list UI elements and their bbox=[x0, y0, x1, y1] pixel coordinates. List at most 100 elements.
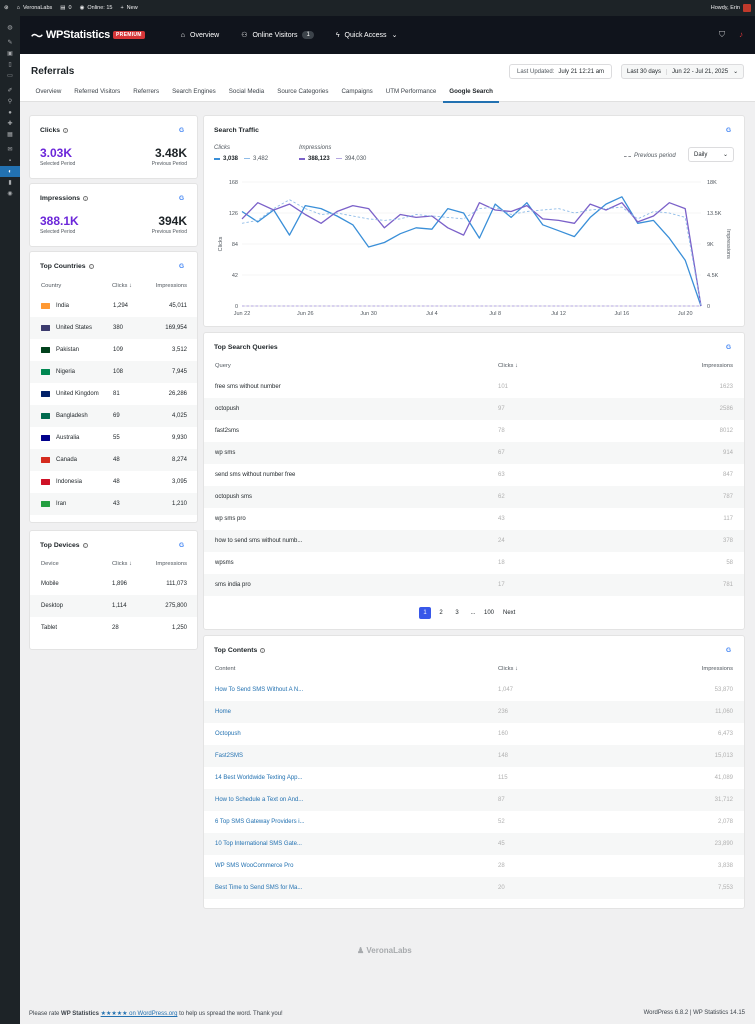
chevron-down-icon: ⌄ bbox=[722, 152, 728, 158]
tab-referred-visitors[interactable]: Referred Visitors bbox=[68, 83, 127, 103]
tab-search-engines[interactable]: Search Engines bbox=[166, 83, 223, 103]
content-impressions: 7,553 bbox=[717, 885, 733, 891]
tab-overview[interactable]: Overview bbox=[29, 83, 68, 103]
appearance-icon[interactable]: ✐ bbox=[0, 85, 20, 96]
wp-statistics-icon[interactable]: ◐ bbox=[0, 166, 20, 177]
users-icon[interactable]: ● bbox=[0, 107, 20, 118]
tab-utm-performance[interactable]: UTM Performance bbox=[379, 83, 443, 103]
wp-statistics-logo[interactable]: 〜 WPStatistics PREMIUM bbox=[31, 27, 145, 44]
collapse-icon[interactable]: ◉ bbox=[0, 188, 20, 199]
nav-online-visitors[interactable]: ⚇ Online Visitors 1 bbox=[241, 31, 314, 39]
query-clicks: 17 bbox=[498, 582, 505, 588]
new-link[interactable]: + New bbox=[120, 5, 137, 11]
interval-value: Daily bbox=[694, 151, 708, 158]
google-icon: G bbox=[726, 127, 732, 134]
sms-icon[interactable]: ✉ bbox=[0, 144, 20, 155]
content-link[interactable]: Home bbox=[215, 709, 498, 715]
next-page-button[interactable]: Next bbox=[503, 607, 515, 619]
content-clicks: 52 bbox=[498, 819, 505, 825]
device-impressions: 111,073 bbox=[166, 581, 187, 587]
howdy-text: Howdy, Erin bbox=[710, 5, 740, 11]
table-row: United States 380 169,954 bbox=[30, 317, 197, 339]
date-range-picker[interactable]: Last 30 days Jun 22 - Jul 21, 2025 ⌄ bbox=[621, 64, 745, 79]
content-link[interactable]: Best Time to Send SMS for Ma... bbox=[215, 885, 498, 891]
legend-impressions-label: Impressions bbox=[299, 145, 332, 151]
tab-referrers[interactable]: Referrers bbox=[127, 83, 166, 103]
query-impressions: 787 bbox=[722, 494, 733, 500]
interval-select[interactable]: Daily ⌄ bbox=[688, 147, 734, 162]
plugins-icon[interactable]: ⚲ bbox=[0, 96, 20, 107]
content-link[interactable]: How to Schedule a Text on And... bbox=[215, 797, 498, 803]
rate-link[interactable]: ★★★★★ on WordPress.org bbox=[101, 1011, 178, 1017]
table-row: Iran 43 1,210 bbox=[30, 493, 197, 515]
content-clicks: 20 bbox=[498, 885, 505, 891]
legend-clicks-prev-swatch bbox=[244, 158, 251, 160]
table-row: Mobile 1,896 111,073 bbox=[30, 573, 197, 595]
content-link[interactable]: 6 Top SMS Gateway Providers i... bbox=[215, 819, 498, 825]
y-tick-right: 18K bbox=[707, 180, 717, 186]
legend-clicks[interactable]: 3,038 3,482 bbox=[214, 156, 268, 162]
col-clicks[interactable]: Clicks ↓ bbox=[498, 363, 518, 369]
col-clicks[interactable]: Clicks ↓ bbox=[112, 561, 132, 567]
flag-icon bbox=[41, 391, 50, 397]
contents-title: Top Contents bbox=[214, 647, 258, 654]
info-icon[interactable]: i bbox=[260, 648, 266, 653]
site-name-link[interactable]: ⌂ VeronaLabs bbox=[17, 5, 53, 11]
posts-icon[interactable]: ✎ bbox=[0, 37, 20, 48]
query-clicks: 67 bbox=[498, 450, 505, 456]
date-range-label: Last 30 days bbox=[627, 68, 668, 75]
legend-impressions[interactable]: 388,123 394,030 bbox=[299, 156, 366, 162]
col-clicks[interactable]: Clicks ↓ bbox=[498, 666, 518, 672]
nav-quick-access[interactable]: ϟ Quick Access ⌄ bbox=[336, 31, 398, 40]
query-impressions: 58 bbox=[726, 560, 733, 566]
pages-icon[interactable]: ▯ bbox=[0, 59, 20, 70]
content-link[interactable]: 10 Top International SMS Gate... bbox=[215, 841, 498, 847]
comments-icon[interactable]: ▭ bbox=[0, 70, 20, 81]
account-menu[interactable]: Howdy, Erin bbox=[711, 4, 751, 12]
content-clicks: 87 bbox=[498, 797, 505, 803]
content-clicks: 148 bbox=[498, 753, 509, 759]
comments-link[interactable]: ▤ 0 bbox=[60, 5, 71, 11]
content-link[interactable]: Octopush bbox=[215, 731, 498, 737]
new-label: New bbox=[126, 5, 138, 11]
page-2[interactable]: 2 bbox=[435, 607, 447, 619]
statistics-icon[interactable]: ▪ bbox=[0, 155, 20, 166]
bell-icon[interactable]: ♪ bbox=[739, 30, 743, 40]
device-impressions: 1,250 bbox=[171, 625, 187, 631]
tab-social-media[interactable]: Social Media bbox=[222, 83, 270, 103]
pagination: 1 2 3... 100 Next bbox=[419, 607, 515, 619]
content-link[interactable]: WP SMS WooCommerce Pro bbox=[215, 863, 498, 869]
nav-overview[interactable]: ⌂ Overview bbox=[181, 32, 219, 39]
info-icon[interactable]: i bbox=[82, 543, 88, 548]
page-3[interactable]: 3 bbox=[451, 607, 463, 619]
col-clicks[interactable]: Clicks ↓ bbox=[112, 283, 132, 289]
content-impressions: 3,838 bbox=[717, 863, 733, 869]
info-icon[interactable]: i bbox=[88, 264, 94, 269]
content-link[interactable]: 14 Best Worldwide Texting App... bbox=[215, 775, 498, 781]
query-text: how to send sms without numb... bbox=[215, 538, 303, 544]
dashboard-icon[interactable]: ◍ bbox=[0, 22, 20, 33]
nav-online-label: Online Visitors bbox=[252, 31, 298, 39]
shield-icon[interactable]: ⛉ bbox=[719, 30, 725, 40]
info-icon[interactable]: i bbox=[63, 128, 69, 133]
table-row: How to Schedule a Text on And... 87 31,712 bbox=[204, 789, 744, 811]
wp-logo-icon[interactable]: ⊛ bbox=[4, 5, 9, 11]
device-name: Desktop bbox=[41, 603, 64, 609]
online-link[interactable]: ◉ Online: 15 bbox=[80, 5, 113, 11]
tab-source-categories[interactable]: Source Categories bbox=[271, 83, 335, 103]
page-1[interactable]: 1 bbox=[419, 607, 431, 619]
content-link[interactable]: Fast2SMS bbox=[215, 753, 498, 759]
flag-icon bbox=[41, 347, 50, 353]
content-link[interactable]: How To Send SMS Without A N... bbox=[215, 687, 498, 693]
query-impressions: 117 bbox=[723, 516, 733, 522]
tab-campaigns[interactable]: Campaigns bbox=[335, 83, 379, 103]
page-100[interactable]: 100 bbox=[483, 607, 495, 619]
tools-icon[interactable]: ✚ bbox=[0, 118, 20, 129]
y-tick-right: 13.5K bbox=[707, 211, 722, 217]
country-impressions: 1,210 bbox=[171, 501, 187, 507]
settings-icon[interactable]: ▦ bbox=[0, 129, 20, 140]
info-icon[interactable]: i bbox=[83, 196, 89, 201]
chart-icon[interactable]: ▮ bbox=[0, 177, 20, 188]
tab-google-search[interactable]: Google Search bbox=[442, 83, 500, 103]
media-icon[interactable]: ▣ bbox=[0, 48, 20, 59]
